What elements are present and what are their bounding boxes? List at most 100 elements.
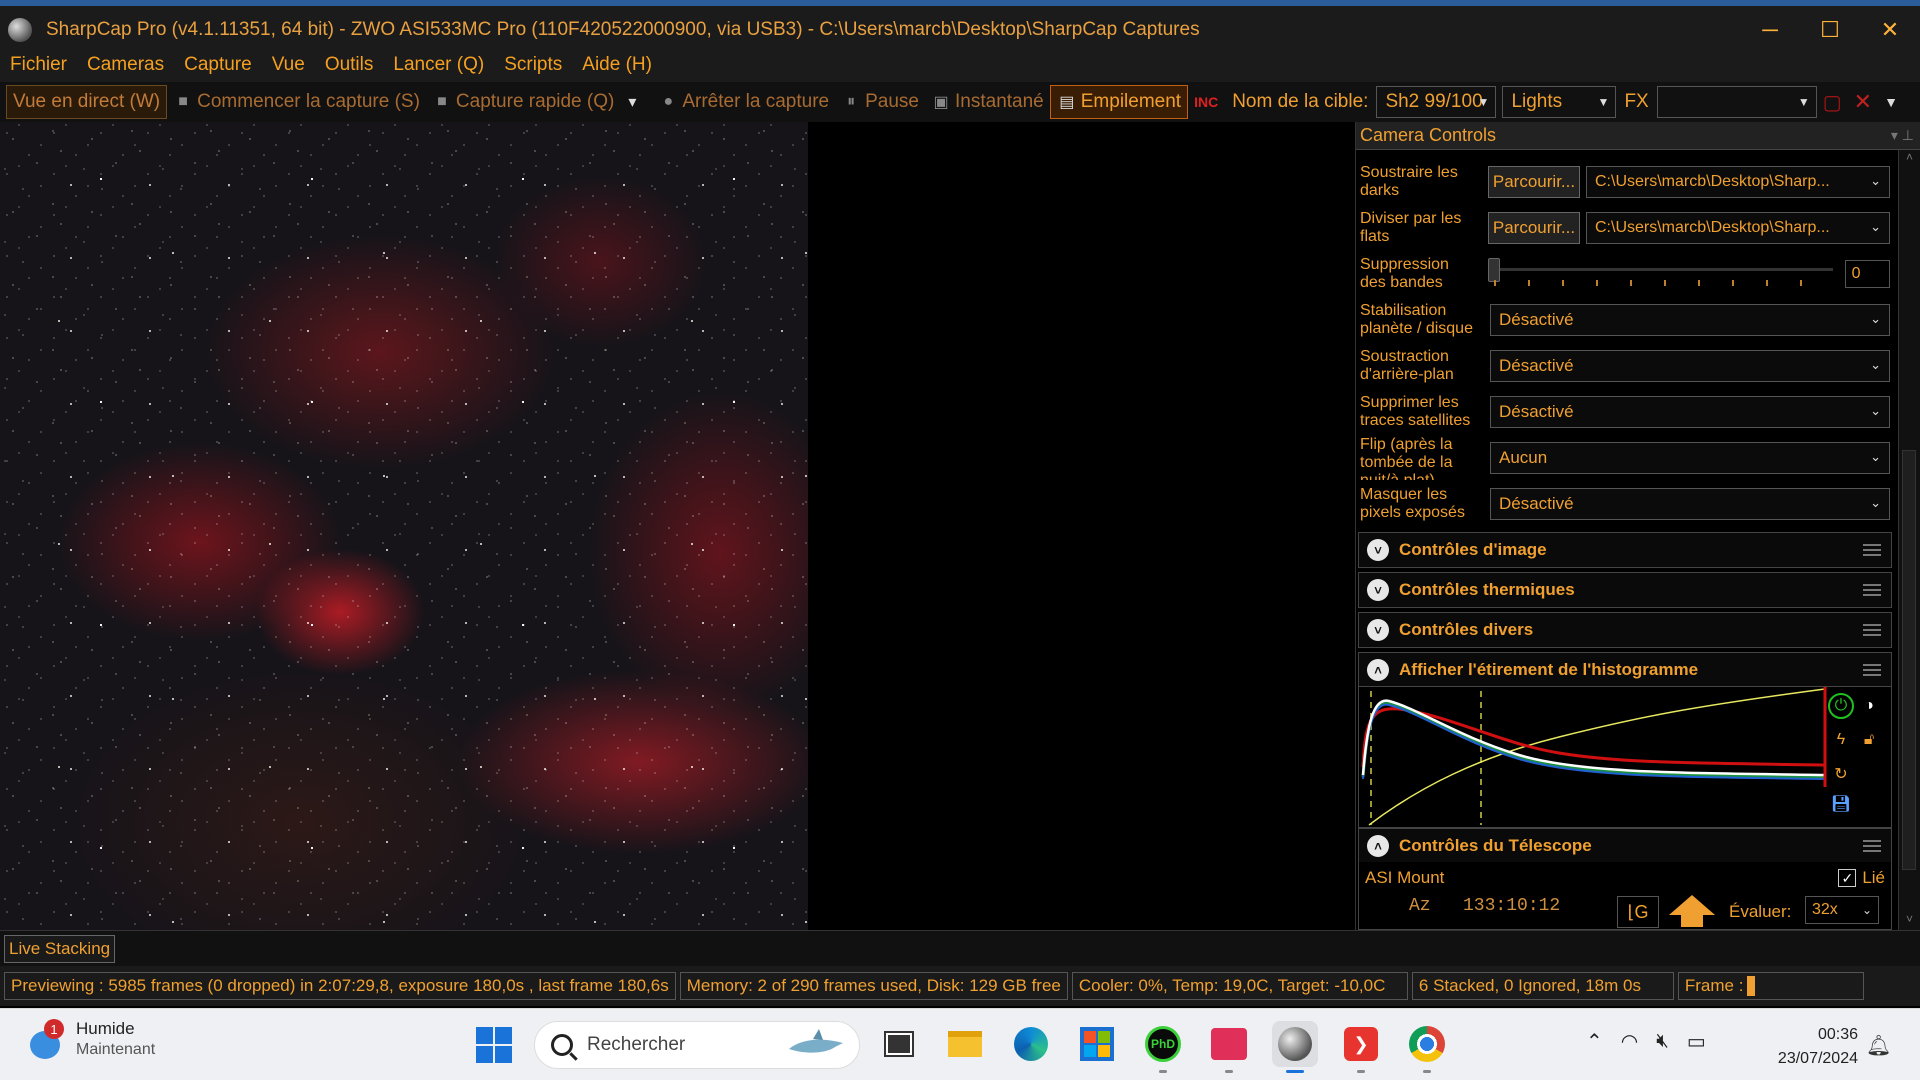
reset-icon[interactable]: ↻: [1828, 761, 1854, 787]
scroll-up-icon[interactable]: ˄: [1899, 150, 1920, 168]
menu-vue[interactable]: Vue: [262, 54, 315, 76]
chevron-up-icon[interactable]: ⌃: [1586, 1029, 1603, 1054]
lock-icon[interactable]: 🔓︎: [1856, 727, 1882, 753]
background-dropdown[interactable]: Désactivé ⌄: [1490, 350, 1890, 382]
maximize-button[interactable]: ☐: [1800, 6, 1860, 54]
sharpcap-taskbar-icon[interactable]: [1272, 1021, 1318, 1073]
edge-browser-icon[interactable]: [1008, 1021, 1054, 1067]
stop-capture-button[interactable]: ● Arrêter la capture: [652, 85, 835, 119]
banding-value-input[interactable]: 0: [1844, 260, 1890, 288]
section-misc-controls[interactable]: ˅ Contrôles divers: [1358, 612, 1892, 648]
section-title: Contrôles divers: [1399, 620, 1534, 639]
minimize-button[interactable]: ─: [1740, 6, 1800, 54]
satellite-dropdown[interactable]: Désactivé ⌄: [1490, 396, 1890, 428]
stacking-button[interactable]: ▤ Empilement: [1049, 85, 1189, 119]
anydesk-icon[interactable]: ❯: [1338, 1021, 1384, 1073]
darks-browse-button[interactable]: Parcourir...: [1488, 166, 1580, 198]
evaluate-value: 32x: [1812, 901, 1838, 918]
menu-cameras[interactable]: Cameras: [77, 54, 174, 76]
hamburger-icon[interactable]: [1863, 544, 1881, 556]
hamburger-icon[interactable]: [1863, 584, 1881, 596]
windows-start-icon[interactable]: [476, 1027, 512, 1063]
microsoft-store-icon[interactable]: [1074, 1021, 1120, 1067]
fx-label: FX: [1624, 91, 1649, 112]
histogram-graph[interactable]: [1359, 687, 1829, 827]
hamburger-icon[interactable]: [1863, 840, 1881, 852]
chevron-down-icon[interactable]: ˅: [1367, 619, 1389, 641]
menu-lancer[interactable]: Lancer (Q): [383, 54, 494, 76]
task-view-icon[interactable]: [876, 1021, 922, 1067]
astro-image[interactable]: [0, 122, 808, 930]
scroll-down-icon[interactable]: ˅: [1899, 912, 1920, 930]
pin-icon[interactable]: ▾ ⊥: [1891, 127, 1914, 144]
clock[interactable]: 00:36 23/07/2024: [1754, 1023, 1858, 1071]
chevron-down-icon: ⌄: [1870, 311, 1881, 326]
histogram-display[interactable]: ⏻ ◑ ϟ 🔓︎ ↻ 💾︎: [1358, 686, 1892, 828]
tab-live-stacking[interactable]: Live Stacking: [4, 935, 116, 963]
image-viewport[interactable]: [0, 122, 1350, 930]
hamburger-icon[interactable]: [1863, 664, 1881, 676]
section-title: Contrôles du Télescope: [1399, 836, 1592, 855]
start-capture-button[interactable]: ■ Commencer la capture (S): [167, 85, 426, 119]
menu-outils[interactable]: Outils: [315, 54, 384, 76]
chevron-down-icon[interactable]: ▾: [622, 93, 642, 111]
quick-capture-button[interactable]: ■ Capture rapide (Q) ▾: [426, 85, 652, 119]
evaluate-combo[interactable]: 32x ⌄: [1805, 896, 1879, 924]
live-view-button[interactable]: Vue en direct (W): [6, 85, 168, 119]
menu-scripts[interactable]: Scripts: [494, 54, 572, 76]
inc-icon-button[interactable]: INC: [1188, 85, 1224, 119]
chevron-down-icon[interactable]: ˅: [1367, 539, 1389, 561]
stabilization-dropdown[interactable]: Désactivé ⌄: [1490, 304, 1890, 336]
menu-aide[interactable]: Aide (H): [572, 54, 662, 76]
reticle-icon[interactable]: ✕: [1848, 85, 1878, 119]
chrome-icon[interactable]: [1404, 1021, 1450, 1073]
banding-slider[interactable]: [1488, 258, 1833, 290]
snapshot-button[interactable]: ▣ Instantané: [925, 85, 1050, 119]
weather-widget[interactable]: 1 Humide Maintenant: [26, 1019, 155, 1059]
flats-browse-button[interactable]: Parcourir...: [1488, 212, 1580, 244]
snapshot-icon: ▣: [933, 94, 949, 111]
linked-checkbox[interactable]: ✓ Lié: [1838, 868, 1885, 888]
menu-fichier[interactable]: Fichier: [0, 54, 77, 76]
battery-icon[interactable]: ▭: [1687, 1029, 1706, 1054]
darks-path-combo[interactable]: C:\Users\marcb\Desktop\Sharp... ⌄: [1586, 166, 1890, 198]
record-icon[interactable]: ▢: [1817, 85, 1848, 119]
mask-dropdown[interactable]: Désactivé ⌄: [1490, 488, 1890, 520]
section-telescope-controls[interactable]: ˄ Contrôles du Télescope: [1358, 828, 1892, 864]
chevron-down-icon[interactable]: ▼: [1878, 85, 1904, 119]
section-thermal-controls[interactable]: ˅ Contrôles thermiques: [1358, 572, 1892, 608]
speaker-muted-icon[interactable]: 🔇︎: [1656, 1030, 1669, 1053]
save-icon[interactable]: 💾︎: [1828, 791, 1854, 817]
goto-button[interactable]: ⌊G: [1617, 896, 1659, 928]
photo-app-icon[interactable]: [1206, 1021, 1252, 1073]
close-button[interactable]: ✕: [1860, 6, 1920, 54]
fx-combo[interactable]: ▼: [1656, 86, 1817, 118]
lightning-icon[interactable]: ϟ: [1828, 727, 1854, 753]
banding-label: Suppression des bandes: [1360, 256, 1449, 291]
chevron-up-icon[interactable]: ˄: [1367, 659, 1389, 681]
flats-path-combo[interactable]: C:\Users\marcb\Desktop\Sharp... ⌄: [1586, 212, 1890, 244]
hamburger-icon[interactable]: [1863, 624, 1881, 636]
checkbox-icon[interactable]: ✓: [1838, 869, 1857, 887]
stop-icon: ●: [663, 93, 674, 110]
section-image-controls[interactable]: ˅ Contrôles d'image: [1358, 532, 1892, 568]
file-explorer-icon[interactable]: [942, 1021, 988, 1067]
move-north-button[interactable]: [1665, 892, 1719, 928]
target-name-combo[interactable]: Sh2 99/100 ▼: [1376, 86, 1497, 118]
frame-type-combo[interactable]: Lights ▼: [1502, 86, 1617, 118]
flip-dropdown[interactable]: Aucun ⌄: [1490, 442, 1890, 474]
slider-thumb[interactable]: [1488, 258, 1501, 282]
scroll-thumb[interactable]: [1902, 450, 1916, 870]
contrast-icon[interactable]: ◑: [1856, 693, 1882, 719]
chevron-down-icon[interactable]: ˅: [1367, 579, 1389, 601]
panel-scrollbar[interactable]: ˄ ˅: [1898, 150, 1920, 930]
taskbar-search[interactable]: Rechercher: [534, 1021, 860, 1069]
pause-button[interactable]: ⏸ Pause: [835, 85, 925, 119]
power-icon[interactable]: ⏻: [1828, 693, 1854, 719]
phd-guiding-icon[interactable]: PhD: [1140, 1021, 1186, 1073]
wifi-icon[interactable]: ◠: [1621, 1029, 1638, 1054]
notification-bell-icon[interactable]: 🔔︎: [1866, 1033, 1891, 1058]
chevron-up-icon[interactable]: ˄: [1367, 835, 1389, 857]
menu-capture[interactable]: Capture: [174, 54, 262, 76]
section-histogram[interactable]: ˄ Afficher l'étirement de l'histogramme: [1358, 652, 1892, 688]
